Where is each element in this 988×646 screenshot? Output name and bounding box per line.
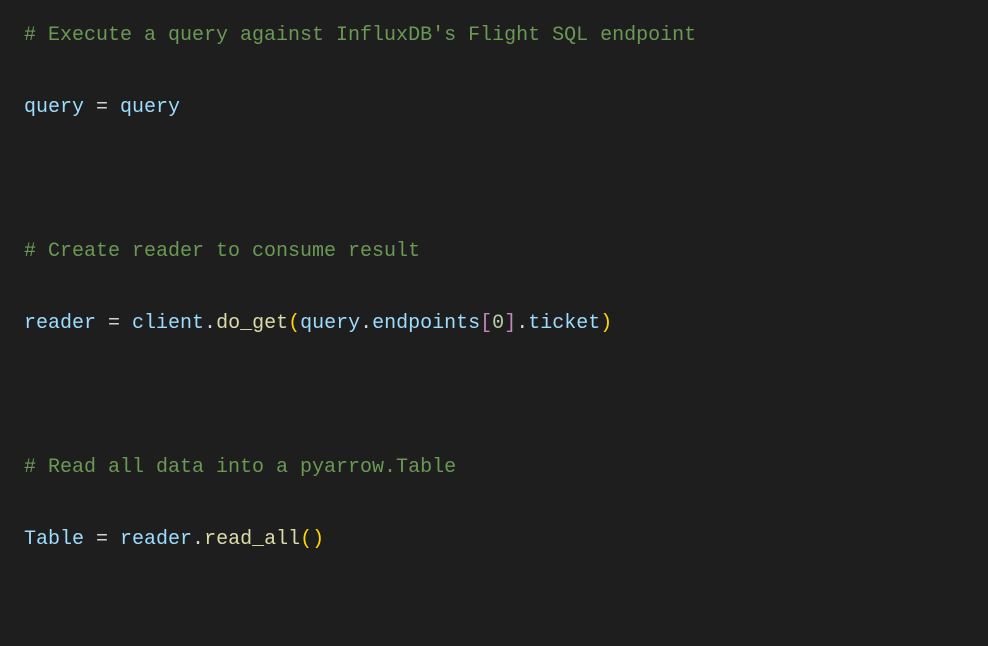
code-token: # Execute a query against InfluxDB's Fli… — [24, 24, 696, 47]
code-token: reader — [24, 312, 96, 335]
code-token: ticket — [528, 312, 600, 335]
code-token: read_all — [204, 528, 300, 551]
code-token: ) — [600, 312, 612, 335]
code-editor[interactable]: # Execute a query against InfluxDB's Fli… — [0, 0, 988, 646]
code-line: reader = client.do_get(query.endpoints[0… — [24, 306, 964, 342]
code-line: Table = reader.read_all() — [24, 522, 964, 558]
code-token: . — [204, 312, 216, 335]
code-token: ( — [288, 312, 300, 335]
code-line: # Create reader to consume result — [24, 234, 964, 270]
code-token: = — [84, 528, 120, 551]
code-token: . — [516, 312, 528, 335]
code-block: # Execute a query against InfluxDB's Fli… — [24, 18, 964, 646]
code-token: . — [192, 528, 204, 551]
code-token: endpoints — [372, 312, 480, 335]
code-token: # Create reader to consume result — [24, 240, 420, 263]
code-line: # Read all data into a pyarrow.Table — [24, 450, 964, 486]
code-token: query — [120, 96, 180, 119]
code-line: ​ — [24, 162, 964, 198]
code-line: query = query — [24, 90, 964, 126]
code-token: reader — [120, 528, 192, 551]
code-line: ​ — [24, 594, 964, 630]
code-token: query — [300, 312, 360, 335]
code-token: query — [24, 96, 84, 119]
code-token: . — [360, 312, 372, 335]
code-token: Table — [24, 528, 84, 551]
code-token: 0 — [492, 312, 504, 335]
code-token: ] — [504, 312, 516, 335]
code-token: [ — [480, 312, 492, 335]
code-token: () — [300, 528, 324, 551]
code-token: do_get — [216, 312, 288, 335]
code-line: # Execute a query against InfluxDB's Fli… — [24, 18, 964, 54]
code-token: client — [132, 312, 204, 335]
code-line: ​ — [24, 378, 964, 414]
code-token: = — [84, 96, 120, 119]
code-token: # Read all data into a pyarrow.Table — [24, 456, 456, 479]
code-token: = — [96, 312, 132, 335]
